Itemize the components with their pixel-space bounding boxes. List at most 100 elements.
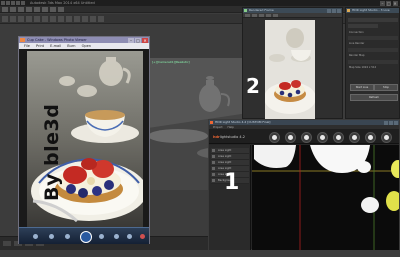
app-title: Autodesk 3ds Max 2014 x64 Untitled <box>30 1 95 5</box>
save-icon[interactable] <box>16 1 20 5</box>
menu-open[interactable]: Open <box>82 43 91 49</box>
close-button[interactable]: ✕ <box>392 0 398 6</box>
minimize-button[interactable]: – <box>380 0 385 6</box>
hdr-toolbar: hdrlightstudio 4.2 <box>209 129 399 144</box>
link-icon[interactable] <box>34 16 40 22</box>
settings-row[interactable] <box>348 18 398 22</box>
hdr-close-button[interactable] <box>394 120 398 125</box>
zoom-icon[interactable] <box>33 234 38 239</box>
viewport-label[interactable]: [+][Camera01][Realistic] <box>152 60 190 64</box>
photo-viewer-maximize-button[interactable]: □ <box>135 37 141 43</box>
menu-tool-3-icon[interactable] <box>18 7 24 12</box>
light-preset-1-button[interactable] <box>269 132 280 143</box>
scale-icon[interactable] <box>26 16 32 22</box>
settings-icon <box>347 9 350 12</box>
print-image-icon[interactable] <box>266 14 271 17</box>
render-frame-maximize-button[interactable] <box>332 8 336 13</box>
menu-tool-7-icon[interactable] <box>50 7 56 12</box>
menu-tool-5-icon[interactable] <box>34 7 40 12</box>
photo-viewer-minimize-button[interactable]: – <box>128 37 134 43</box>
render-icon[interactable] <box>98 16 104 22</box>
rotate-ccw-icon[interactable] <box>114 234 119 239</box>
render-frame-window: Rendered Frame <box>242 7 343 120</box>
light-preset-7-button[interactable] <box>365 132 376 143</box>
refresh-button[interactable]: Refresh <box>350 94 398 101</box>
status-icon-1[interactable] <box>3 241 11 246</box>
previous-icon[interactable] <box>49 234 54 239</box>
settings-title-bar[interactable]: HDR Light Studio - 3 Live <box>346 8 399 13</box>
settings-field-label: Render Map <box>349 54 365 57</box>
render-frame-title: Rendered Frame <box>249 8 274 12</box>
light-preset-4-button[interactable] <box>317 132 328 143</box>
render-frame-minimize-button[interactable] <box>327 8 331 13</box>
settings-row[interactable] <box>348 48 398 52</box>
hdr-logo-suffix: 4.2 <box>239 135 245 139</box>
material-editor-icon[interactable] <box>82 16 88 22</box>
render-frame-toolbar <box>243 13 342 18</box>
hdr-logo-prefix: hdr <box>213 135 220 139</box>
save-image-icon[interactable] <box>245 14 250 17</box>
menu-tool-6-icon[interactable] <box>42 7 48 12</box>
step-label-1: 1 <box>224 170 240 195</box>
hdr-settings-panel: HDR Light Studio - 3 Live Connection Liv… <box>345 7 400 119</box>
light-swatch-icon <box>212 161 215 164</box>
light-preset-3-button[interactable] <box>301 132 312 143</box>
photo-viewer-nav-bar <box>19 227 149 244</box>
menu-tool-2-icon[interactable] <box>10 7 16 12</box>
light-preset-2-button[interactable] <box>285 132 296 143</box>
align-icon[interactable] <box>66 16 72 22</box>
menu-burn[interactable]: Burn <box>67 43 75 49</box>
menu-tool-8-icon[interactable] <box>58 7 64 12</box>
hdr-minimize-button[interactable] <box>384 120 388 125</box>
settings-row[interactable] <box>348 60 398 64</box>
play-slideshow-icon[interactable] <box>80 231 92 243</box>
move-icon[interactable] <box>10 16 16 22</box>
settings-field-label: Connection <box>349 31 364 34</box>
light-preset-8-button[interactable] <box>381 132 392 143</box>
menu-print[interactable]: Print <box>36 43 44 49</box>
photo-viewer-close-button[interactable]: ✕ <box>142 37 148 43</box>
rotate-cw-icon[interactable] <box>127 234 132 239</box>
light-preset-5-button[interactable] <box>333 132 344 143</box>
light-swatch-icon <box>212 149 215 152</box>
settings-title: HDR Light Studio - 3 Live <box>352 8 390 12</box>
rotate-icon[interactable] <box>18 16 24 22</box>
photo-viewer-icon <box>20 38 25 42</box>
maximize-button[interactable]: □ <box>386 0 392 6</box>
light-label: Area Light <box>218 155 232 158</box>
app-logo-icon[interactable] <box>1 1 5 5</box>
settings-field-label: Live Render <box>349 42 365 45</box>
snap-icon[interactable] <box>50 16 56 22</box>
clone-frame-icon[interactable] <box>259 14 264 17</box>
render-preview <box>265 20 315 120</box>
menu-file[interactable]: File <box>24 43 30 49</box>
hdr-canvas-image <box>252 145 399 250</box>
menu-tool-1-icon[interactable] <box>2 7 8 12</box>
light-preset-6-button[interactable] <box>349 132 360 143</box>
settings-row[interactable] <box>348 36 398 40</box>
hdr-logo: hdrlightstudio 4.2 <box>213 135 245 139</box>
hdr-maximize-button[interactable] <box>389 120 393 125</box>
menu-tool-4-icon[interactable] <box>26 7 32 12</box>
next-icon[interactable] <box>99 234 104 239</box>
hdr-canvas[interactable] <box>252 145 399 250</box>
fit-window-icon[interactable] <box>65 234 70 239</box>
delete-icon[interactable] <box>140 234 145 239</box>
layers-icon[interactable] <box>74 16 80 22</box>
render-setup-icon[interactable] <box>90 16 96 22</box>
render-frame-close-button[interactable] <box>337 8 341 13</box>
mirror-icon[interactable] <box>58 16 64 22</box>
stop-button[interactable]: Stop <box>374 84 398 91</box>
undo-icon[interactable] <box>21 1 25 5</box>
unlink-icon[interactable] <box>42 16 48 22</box>
select-icon[interactable] <box>2 16 8 22</box>
light-label: Area Light <box>218 149 232 152</box>
menu-email[interactable]: E-mail <box>50 43 61 49</box>
clear-icon[interactable] <box>273 14 278 17</box>
settings-row[interactable] <box>348 24 378 28</box>
hdr-logo-main: lightstudio <box>219 135 239 139</box>
start-live-button[interactable]: Start Live <box>350 84 374 91</box>
new-icon[interactable] <box>6 1 10 5</box>
copy-image-icon[interactable] <box>252 14 257 17</box>
open-icon[interactable] <box>11 1 15 5</box>
